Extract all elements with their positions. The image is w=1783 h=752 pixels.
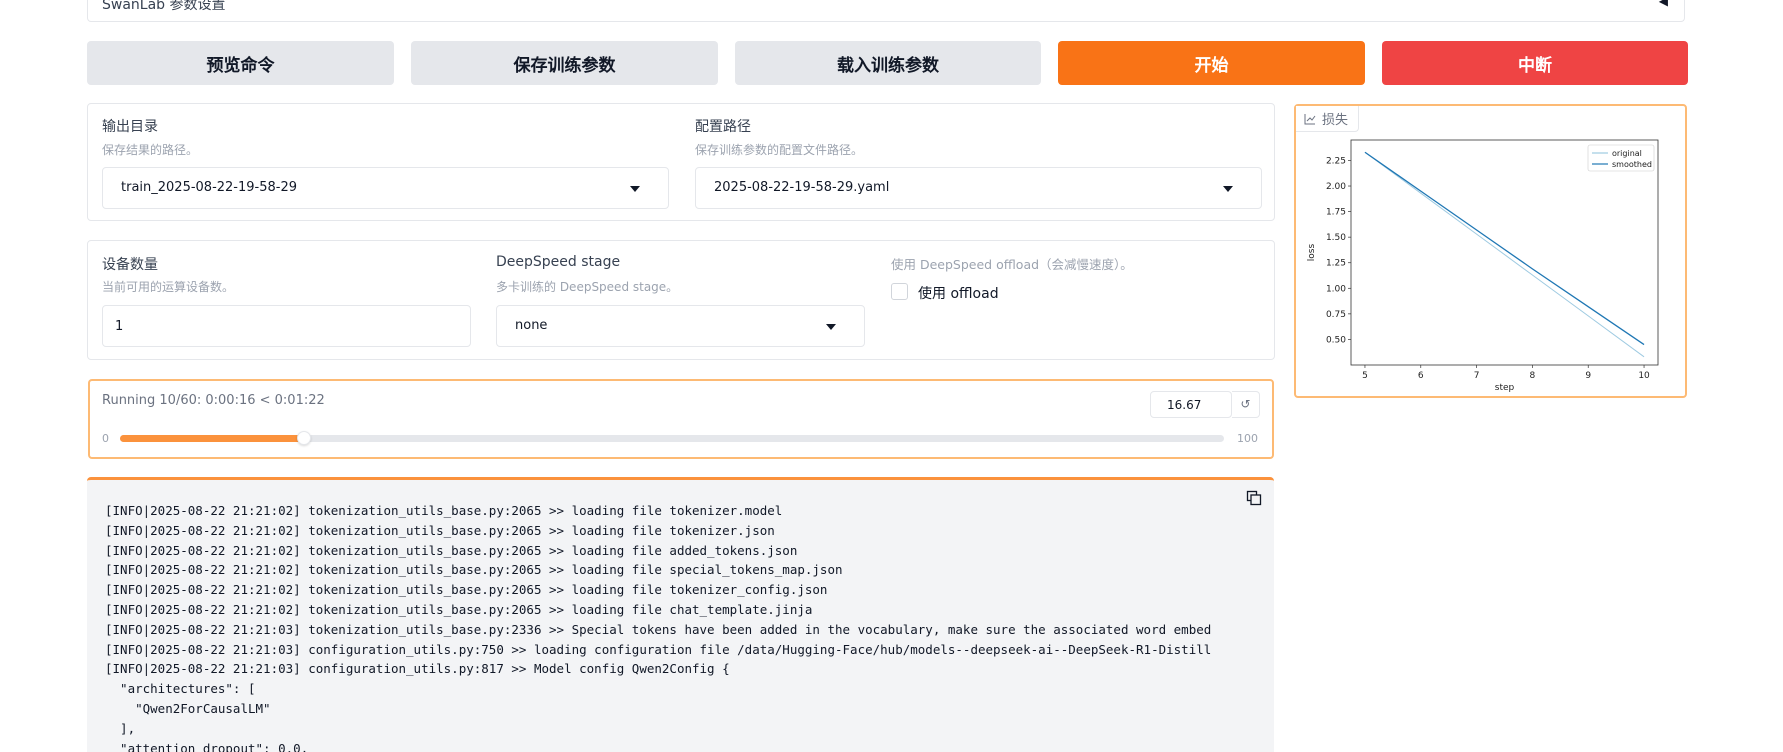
loss-chart: 5 6 7 8 9 10 0.50 0.75 1.00 1.25 1.50 1.75 2.00 2.25 s… [1307, 139, 1659, 393]
x-tick-label: 8 [1530, 371, 1536, 381]
accordion-label: SwanLab 参数设置 [102, 0, 226, 13]
log-line: [INFO|2025-08-22 21:21:02] tokenization_… [105, 582, 828, 598]
log-line: [INFO|2025-08-22 21:21:02] tokenization_… [105, 602, 813, 617]
line-chart-icon [1304, 113, 1316, 124]
device-deepspeed-panel: 设备数量 当前可用的运算设备数。 DeepSpeed stage 多卡训练的 D… [87, 240, 1275, 360]
output-dir-value: train_2025-08-22-19-58-29 [121, 180, 298, 195]
slider-max-label: 100 [1237, 432, 1258, 445]
collapse-arrow-icon[interactable]: ◀ [1659, 0, 1668, 8]
abort-button[interactable]: 中断 [1382, 41, 1688, 85]
chart-tag: 损失 [1296, 106, 1360, 132]
log-line: ], [105, 720, 136, 736]
progress-slider[interactable] [120, 431, 1224, 445]
y-tick-label: 0.75 [1326, 310, 1346, 320]
progress-number-input[interactable] [1151, 392, 1231, 417]
log-line: "architectures": [ [105, 681, 256, 697]
legend-label: original [1612, 149, 1642, 158]
log-line: [INFO|2025-08-22 21:21:03] configuration… [105, 641, 1212, 657]
y-axis-label: loss [1307, 243, 1317, 261]
y-tick-label: 2.00 [1326, 182, 1346, 192]
progress-slider-thumb[interactable] [297, 431, 312, 445]
x-tick-label: 6 [1418, 371, 1424, 381]
output-dir-label: 输出目录 [102, 119, 158, 135]
y-tick-label: 1.75 [1326, 208, 1346, 218]
config-path-dropdown[interactable]: 2025-08-22-19-58-29.yaml [695, 167, 1262, 209]
chevron-down-icon [826, 324, 836, 330]
config-path-label: 配置路径 [695, 119, 751, 135]
output-config-panel: 输出目录 保存结果的路径。 train_2025-08-22-19-58-29 … [87, 103, 1275, 221]
x-tick-label: 5 [1362, 371, 1368, 381]
log-line: [INFO|2025-08-22 21:21:03] configuration… [105, 661, 730, 677]
device-count-field[interactable] [102, 305, 471, 347]
progress-slider-fill [120, 435, 305, 442]
config-path-info: 保存训练参数的配置文件路径。 [695, 143, 864, 157]
y-tick-label: 1.50 [1326, 233, 1346, 243]
start-button[interactable]: 开始 [1058, 41, 1365, 85]
output-dir-info: 保存结果的路径。 [102, 143, 199, 157]
load-args-button[interactable]: 载入训练参数 [735, 41, 1041, 85]
output-dir-dropdown[interactable]: train_2025-08-22-19-58-29 [102, 167, 669, 209]
y-tick-label: 1.00 [1326, 284, 1346, 294]
log-line: [INFO|2025-08-22 21:21:02] tokenization_… [105, 522, 775, 538]
log-line: "attention_dropout": 0.0, [105, 740, 309, 752]
log-line: [INFO|2025-08-22 21:21:03] tokenization_… [105, 621, 1212, 637]
log-line: [INFO|2025-08-22 21:21:02] tokenization_… [105, 542, 798, 558]
device-count-input[interactable] [103, 306, 470, 346]
device-count-info: 当前可用的运算设备数。 [102, 280, 235, 294]
preview-command-button[interactable]: 预览命令 [87, 41, 394, 85]
ds-stage-label: DeepSpeed stage [496, 254, 621, 270]
x-tick-label: 7 [1474, 371, 1480, 381]
ds-offload-checkbox[interactable] [891, 283, 908, 300]
progress-panel: Running 10/60: 0:00:16 < 0:01:22 ↺ 0 100 [88, 379, 1274, 459]
ds-stage-info: 多卡训练的 DeepSpeed stage。 [496, 280, 679, 294]
slider-min-label: 0 [102, 432, 109, 445]
x-tick-label: 9 [1585, 371, 1591, 381]
ds-offload-info: 使用 DeepSpeed offload（会减慢速度）。 [891, 257, 1133, 272]
chart-tag-label: 损失 [1322, 113, 1349, 128]
save-args-button[interactable]: 保存训练参数 [411, 41, 718, 85]
y-tick-label: 1.25 [1326, 259, 1346, 269]
y-tick-label: 2.25 [1326, 156, 1346, 166]
reset-icon[interactable]: ↺ [1232, 391, 1260, 418]
log-line: [INFO|2025-08-22 21:21:02] tokenization_… [105, 503, 783, 518]
chevron-down-icon [1223, 186, 1233, 192]
llama-board-train-page: SwanLab 参数设置 ◀ 预览命令 保存训练参数 载入训练参数 开始 中断 … [0, 0, 1783, 752]
chevron-down-icon [630, 186, 640, 192]
ds-offload-label[interactable]: 使用 offload [918, 283, 999, 303]
swanlab-accordion[interactable]: SwanLab 参数设置 ◀ [87, 0, 1685, 22]
plot-area [1350, 139, 1659, 366]
copy-icon[interactable] [1246, 490, 1262, 506]
log-line: "Qwen2ForCausalLM" [105, 701, 271, 716]
x-axis-label: step [1495, 383, 1515, 393]
legend-label: smoothed [1612, 160, 1652, 169]
loss-chart-panel: 损失 5 6 7 8 9 10 0.50 0.75 1.00 1.25 1.50 1.75 2.00 2.… [1294, 104, 1687, 398]
log-line: [INFO|2025-08-22 21:21:02] tokenization_… [105, 562, 843, 578]
x-tick-label: 10 [1638, 371, 1650, 381]
progress-status-text: Running 10/60: 0:00:16 < 0:01:22 [102, 393, 325, 408]
training-log-panel: [INFO|2025-08-22 21:21:02] tokenization_… [87, 477, 1274, 752]
y-tick-label: 0.50 [1326, 335, 1346, 345]
ds-stage-value: none [515, 318, 548, 333]
config-path-value: 2025-08-22-19-58-29.yaml [714, 180, 890, 195]
device-count-label: 设备数量 [102, 257, 158, 273]
progress-number-field[interactable] [1150, 391, 1232, 418]
ds-stage-dropdown[interactable]: none [496, 305, 865, 347]
